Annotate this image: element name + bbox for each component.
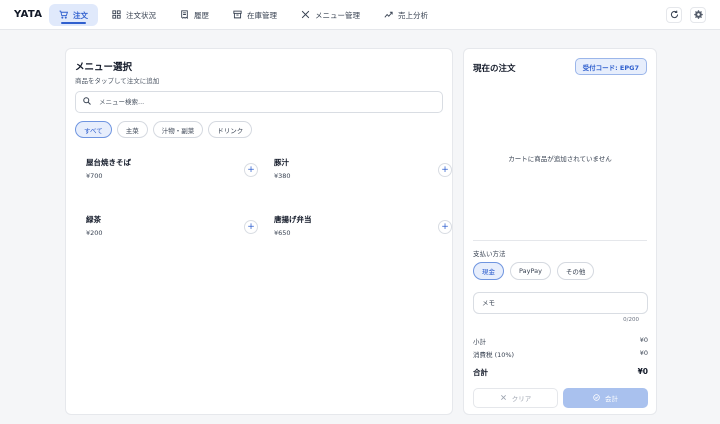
cart-icon — [59, 10, 69, 21]
menu-item-card[interactable]: 緑茶 ¥200 + — [86, 214, 266, 250]
nav-tab-label: 在庫管理 — [247, 10, 277, 20]
current-order-panel: 現在の注文 受付コード: EPG7 カートに商品が追加されていません 支払い方法… — [463, 48, 657, 415]
menu-item-name: 唐揚げ弁当 — [274, 215, 312, 224]
menu-search-box — [75, 91, 443, 113]
box-icon — [233, 10, 242, 21]
menu-panel-subtitle: 商品をタップして注文に追加 — [75, 77, 160, 85]
clear-button[interactable]: クリア — [473, 388, 558, 408]
gear-icon — [693, 9, 703, 21]
nav-tab-history[interactable]: 履歴 — [170, 4, 219, 26]
menu-selection-panel: メニュー選択 商品をタップして注文に追加 すべて 主菜 汁物・副菜 ドリンク 屋… — [65, 48, 453, 415]
nav-tab-label: 履歴 — [194, 10, 209, 20]
search-icon — [83, 97, 91, 107]
payment-option-paypay[interactable]: PayPay — [510, 262, 551, 280]
check-circle-icon — [593, 393, 600, 403]
total-value: ¥0 — [637, 367, 648, 376]
close-icon — [500, 394, 507, 403]
payment-option-other[interactable]: その他 — [556, 262, 595, 280]
subtotal-value: ¥0 — [639, 336, 648, 344]
main-nav: 注文 注文状況 履歴 在庫管理 メニュー管理 売上分析 — [49, 4, 442, 26]
settings-button[interactable] — [690, 7, 706, 23]
nav-tab-label: 注文状況 — [126, 10, 156, 20]
menu-item-name: 屋台焼きそば — [86, 158, 131, 167]
category-chip-drink[interactable]: ドリンク — [208, 121, 253, 138]
category-chip-soup-side[interactable]: 汁物・副菜 — [152, 121, 204, 138]
category-chip-all[interactable]: すべて — [75, 121, 112, 138]
subtotal-label: 小計 — [473, 338, 486, 346]
tax-label: 消費税 (10%) — [473, 351, 515, 359]
nav-tab-inventory[interactable]: 在庫管理 — [223, 4, 287, 26]
checkout-button[interactable]: 会計 — [563, 388, 648, 408]
nav-tab-order-status[interactable]: 注文状況 — [102, 4, 166, 26]
memo-char-count: 0/200 — [623, 317, 639, 323]
menu-item-card[interactable]: 豚汁 ¥380 + — [274, 157, 454, 193]
category-chip-main[interactable]: 主菜 — [116, 121, 148, 138]
tax-row: 消費税 (10%) ¥0 — [473, 349, 648, 359]
empty-cart-message: カートに商品が追加されていません — [508, 155, 612, 163]
menu-item-price: ¥380 — [274, 172, 291, 180]
receipt-icon — [180, 9, 189, 21]
app-logo: YATA — [14, 9, 43, 20]
memo-field — [473, 292, 648, 314]
chart-icon — [384, 10, 393, 21]
add-item-button[interactable]: + — [438, 163, 452, 177]
category-filter: すべて 主菜 汁物・副菜 ドリンク — [75, 121, 253, 138]
menu-search-input[interactable] — [99, 98, 419, 106]
menu-item-price: ¥700 — [86, 172, 103, 180]
memo-input[interactable] — [482, 299, 632, 307]
nav-tab-order[interactable]: 注文 — [49, 4, 98, 26]
menu-item-price: ¥650 — [274, 229, 291, 237]
menu-item-price: ¥200 — [86, 229, 103, 237]
add-item-button[interactable]: + — [244, 163, 258, 177]
payment-method-label: 支払い方法 — [473, 250, 506, 258]
payment-method-selector: 現金 PayPay その他 — [473, 262, 595, 280]
payment-option-cash[interactable]: 現金 — [473, 262, 504, 280]
nav-tab-label: 売上分析 — [398, 10, 428, 20]
menu-item-card[interactable]: 唐揚げ弁当 ¥650 + — [274, 214, 454, 250]
refresh-button[interactable] — [666, 7, 682, 23]
tax-value: ¥0 — [639, 349, 648, 357]
nav-tab-label: メニュー管理 — [315, 10, 360, 20]
reception-code-badge: 受付コード: EPG7 — [574, 58, 647, 75]
checkout-button-label: 会計 — [605, 395, 618, 403]
refresh-icon — [670, 10, 679, 21]
menu-panel-title: メニュー選択 — [75, 62, 133, 73]
total-row: 合計 ¥0 — [473, 367, 648, 378]
nav-tab-sales-analysis[interactable]: 売上分析 — [374, 4, 438, 26]
order-panel-title: 現在の注文 — [473, 64, 516, 74]
add-item-button[interactable]: + — [244, 220, 258, 234]
utensils-icon — [301, 10, 310, 21]
clear-button-label: クリア — [511, 395, 532, 403]
top-navigation-bar: YATA 注文 注文状況 履歴 在庫管理 メニュー管理 売上分析 — [0, 0, 720, 30]
add-item-button[interactable]: + — [438, 220, 452, 234]
nav-tab-label: 注文 — [73, 10, 88, 20]
menu-item-name: 豚汁 — [274, 158, 289, 167]
subtotal-row: 小計 ¥0 — [473, 336, 648, 346]
grid-icon — [112, 9, 121, 21]
divider — [473, 240, 647, 241]
menu-item-name: 緑茶 — [86, 215, 101, 224]
nav-tab-menu-management[interactable]: メニュー管理 — [291, 4, 370, 26]
menu-item-card[interactable]: 屋台焼きそば ¥700 + — [86, 157, 266, 193]
total-label: 合計 — [473, 368, 488, 377]
